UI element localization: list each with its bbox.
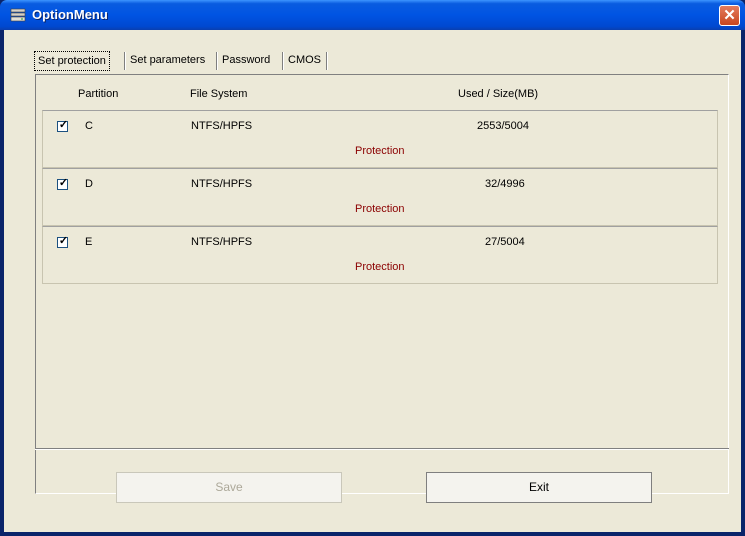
tab-password[interactable]: Password [219,50,273,70]
used-size-value: 2553/5004 [477,120,529,132]
protection-status: Protection [355,261,405,273]
window-title: OptionMenu [32,7,108,22]
tab-separator [282,52,284,70]
tab-separator [124,52,126,70]
tab-set-parameters[interactable]: Set parameters [127,50,208,70]
used-size-value: 27/5004 [485,236,525,248]
header-partition: Partition [78,88,119,100]
partition-label: E [85,236,93,248]
file-system-value: NTFS/HPFS [191,178,253,190]
partition-checkbox[interactable]: ✓ [57,177,69,190]
protection-status: Protection [355,203,405,215]
header-used-size: Used / Size(MB) [458,88,539,100]
table-row: ✓ D NTFS/HPFS 32/4996 Protection [42,168,718,226]
tab-separator [326,52,328,70]
exit-button[interactable]: Exit [426,472,652,503]
tab-separator [216,52,218,70]
table-row: ✓ C NTFS/HPFS 2553/5004 Protection [42,110,718,168]
header-file-system: File System [190,88,248,100]
partition-checkbox[interactable]: ✓ [57,119,69,132]
table-row: ✓ E NTFS/HPFS 27/5004 Protection [42,226,718,284]
protection-status: Protection [355,145,405,157]
title-bar[interactable]: OptionMenu ✕ [0,0,745,30]
partition-label: C [85,120,93,132]
save-button[interactable]: Save [116,472,342,503]
used-size-value: 32/4996 [485,178,525,190]
tab-cmos[interactable]: CMOS [285,50,324,70]
client-area: Set protection Set parameters Password C… [4,30,741,532]
app-icon [10,8,26,22]
option-menu-window: OptionMenu ✕ Set protection Set paramete… [0,0,745,536]
partition-checkbox[interactable]: ✓ [57,235,69,248]
tab-set-protection[interactable]: Set protection [34,51,110,71]
close-icon: ✕ [723,7,736,24]
close-button[interactable]: ✕ [719,5,740,26]
button-area-divider [35,448,729,450]
check-icon: ✓ [58,235,69,247]
file-system-value: NTFS/HPFS [191,236,253,248]
check-icon: ✓ [58,119,69,131]
file-system-value: NTFS/HPFS [191,120,253,132]
partition-label: D [85,178,93,190]
check-icon: ✓ [58,177,69,189]
